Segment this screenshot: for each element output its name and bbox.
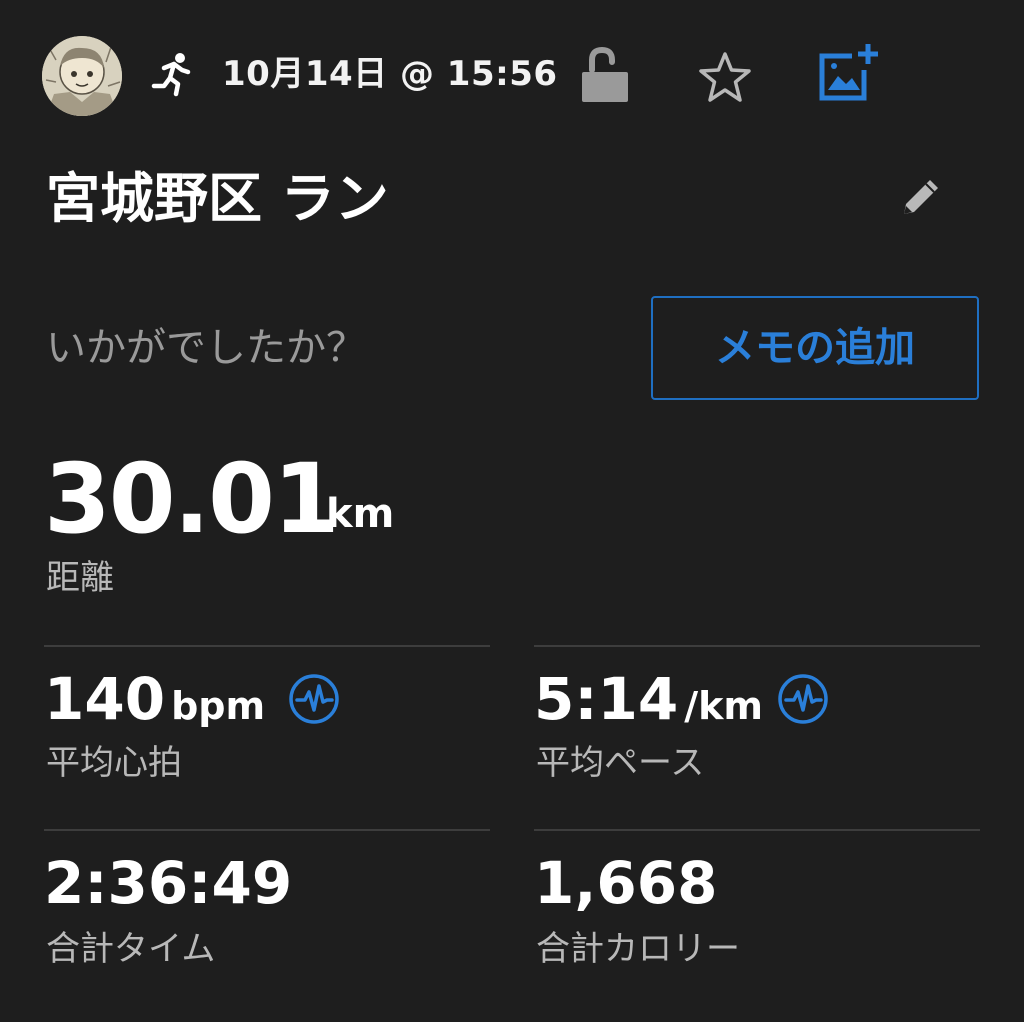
add-photo-icon[interactable] [816,42,880,104]
avg-heart-rate-label: 平均心拍 [46,743,182,783]
avg-pace-unit: /km [684,684,764,728]
total-time-label: 合計タイム [46,929,216,969]
pace-chart-icon[interactable] [776,672,830,726]
activity-datetime: 10月14日 @ 15:56 [222,54,558,94]
star-icon[interactable] [696,50,754,104]
lock-open-icon[interactable] [578,46,632,104]
avg-heart-rate-value: 140 bpm [44,664,265,734]
heart-rate-chart-icon[interactable] [287,672,341,726]
total-time-value: 2:36:49 [44,849,293,917]
divider [44,829,490,831]
divider [534,645,980,647]
distance-unit: km [326,491,395,537]
edit-pencil-icon[interactable] [896,172,946,222]
divider [44,645,490,647]
runner-icon [151,53,191,97]
avg-heart-rate-unit: bpm [171,684,266,728]
total-calories-label: 合計カロリー [536,929,740,969]
avg-heart-rate-number: 140 [44,665,166,733]
avatar[interactable] [42,36,122,116]
avg-pace-label: 平均ペース [536,743,705,783]
distance-value: 30.01 [44,443,340,555]
activity-title: 宮城野区 ラン [46,167,389,230]
avg-pace-number: 5:14 [534,665,679,733]
add-memo-button[interactable]: メモの追加 [651,296,979,400]
activity-summary-screen: 10月14日 @ 15:56 宮城野区 ラン いかがでしたか？ メモの追加 30… [0,0,1024,1022]
avg-pace-value: 5:14/km [534,664,763,734]
total-calories-value: 1,668 [534,849,718,917]
feedback-prompt: いかがでしたか？ [46,325,366,371]
divider [534,829,980,831]
avatar-image [42,36,122,116]
distance-label: 距離 [46,558,114,598]
